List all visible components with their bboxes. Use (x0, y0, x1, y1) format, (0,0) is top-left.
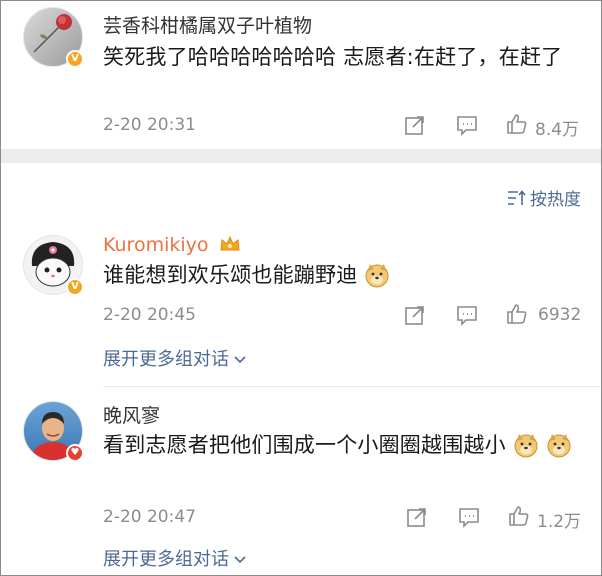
comment-text: 看到志愿者把他们围成一个小圈圈越围越小 (103, 429, 588, 461)
avatar[interactable]: ♥ (23, 401, 84, 462)
share-icon[interactable] (403, 113, 427, 137)
username-text: Kuromikiyo (103, 234, 209, 256)
sort-toggle[interactable]: 按热度 (506, 185, 581, 210)
sort-label: 按热度 (530, 190, 581, 210)
comment-icon[interactable] (455, 303, 479, 327)
verified-badge-icon: V (66, 278, 84, 296)
expand-replies-link[interactable]: 展开更多组对话 (103, 345, 247, 371)
like-icon[interactable] (505, 302, 529, 326)
comment-feed: V 芸香科柑橘属双子叶植物 笑死我了哈哈哈哈哈哈哈 志愿者:在赶了，在赶了 2-… (0, 0, 602, 576)
chevron-down-icon (234, 556, 246, 564)
like-count: 8.4万 (535, 120, 580, 140)
verified-badge-icon: V (66, 50, 84, 68)
doge-emoji-icon (547, 434, 571, 458)
expand-label: 展开更多组对话 (103, 549, 229, 570)
like-count: 1.2万 (537, 512, 582, 532)
comment-username[interactable]: 晚风寥 (103, 401, 160, 428)
avatar[interactable]: V (23, 7, 84, 68)
comment-text-content: 看到志愿者把他们围成一个小圈圈越围越小 (103, 433, 506, 457)
chevron-down-icon (234, 356, 246, 364)
share-icon[interactable] (405, 505, 429, 529)
comment-icon[interactable] (455, 113, 479, 137)
comment-text: 笑死我了哈哈哈哈哈哈哈 志愿者:在赶了，在赶了 (103, 45, 563, 69)
avatar[interactable]: V (23, 235, 84, 296)
sort-icon (508, 189, 526, 205)
section-divider (1, 149, 601, 163)
comment-text-content: 谁能想到欢乐颂也能蹦野迪 (103, 263, 358, 287)
expand-replies-link[interactable]: 展开更多组对话 (103, 545, 247, 571)
comment-username[interactable]: 芸香科柑橘属双子叶植物 (103, 11, 312, 38)
expand-label: 展开更多组对话 (103, 349, 229, 370)
comment-username[interactable]: Kuromikiyo (103, 234, 241, 256)
share-icon[interactable] (403, 303, 427, 327)
doge-emoji-icon (365, 264, 389, 288)
comment-divider (103, 386, 601, 387)
crown-icon (220, 235, 240, 251)
like-count: 6932 (538, 305, 582, 325)
comment-time: 2-20 20:31 (103, 115, 196, 135)
comment-icon[interactable] (457, 505, 481, 529)
comment-time: 2-20 20:45 (103, 305, 196, 325)
like-icon[interactable] (505, 112, 529, 136)
like-icon[interactable] (507, 504, 531, 528)
doge-emoji-icon (514, 434, 538, 458)
comment-text: 谁能想到欢乐颂也能蹦野迪 (103, 259, 588, 291)
comment-time: 2-20 20:47 (103, 507, 196, 527)
member-badge-icon: ♥ (66, 444, 84, 462)
